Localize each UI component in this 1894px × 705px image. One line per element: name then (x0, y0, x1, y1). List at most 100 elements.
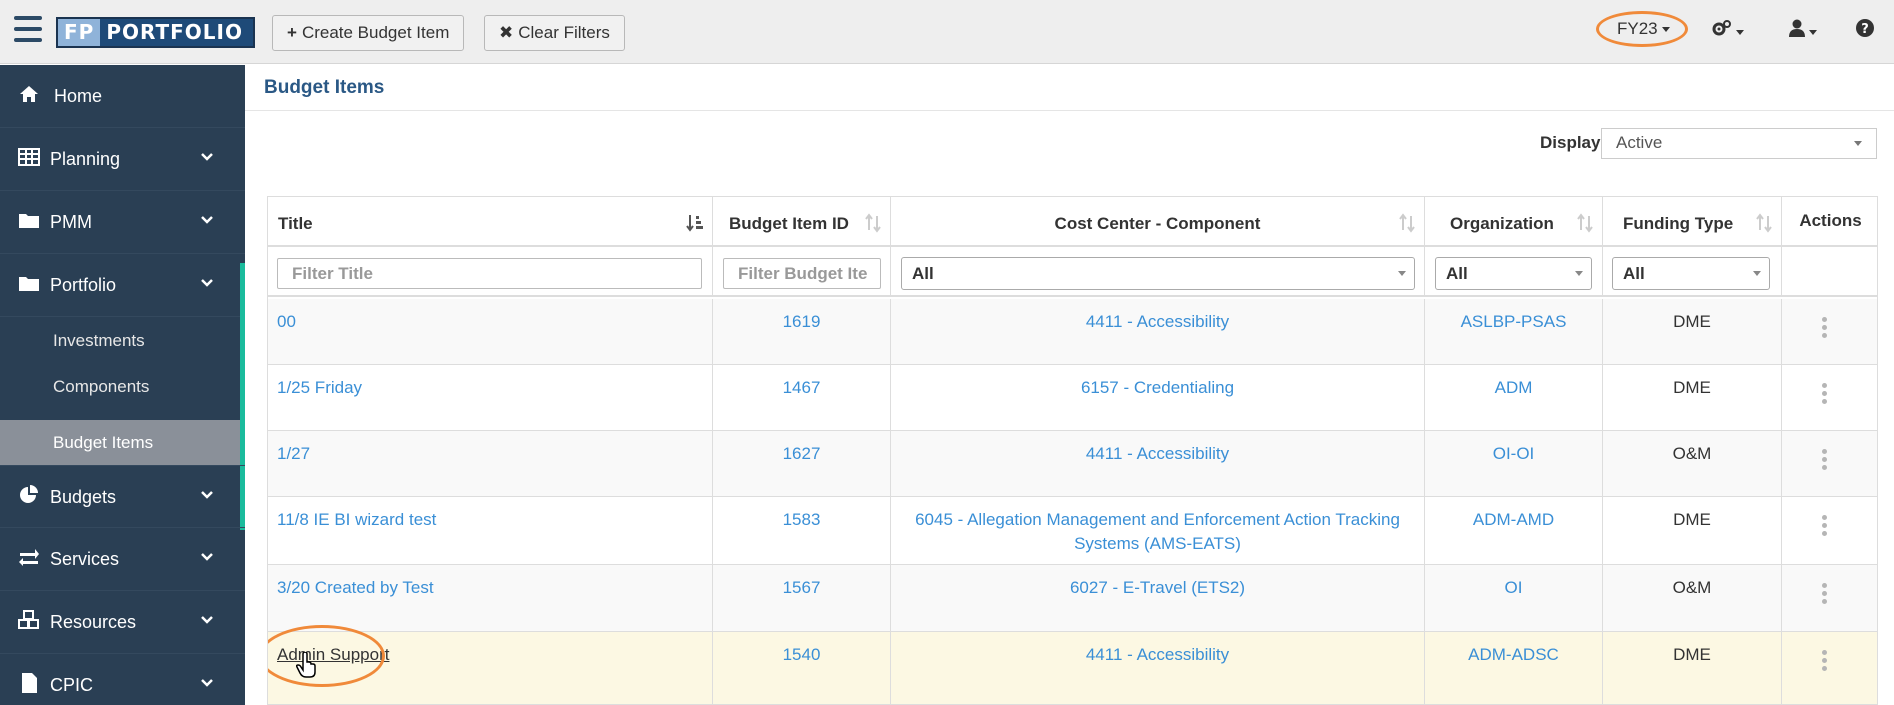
column-header-organization[interactable]: Organization (1425, 197, 1603, 247)
table-row: Admin Support 1540 4411 - Accessibility … (268, 625, 1877, 704)
sidebar-item-planning[interactable]: Planning (0, 128, 245, 191)
sidebar-item-home[interactable]: Home (0, 65, 245, 128)
sort-icon[interactable] (864, 213, 882, 233)
folder-icon (19, 214, 39, 228)
sidebar-item-cpic[interactable]: CPIC (0, 654, 245, 705)
help-button[interactable]: ? (1856, 19, 1874, 42)
row-cost-center-link[interactable]: 6157 - Credentialing (1081, 378, 1234, 397)
row-organization-link[interactable]: OI-OI (1493, 444, 1535, 463)
row-organization-link[interactable]: ASLBP-PSAS (1461, 312, 1567, 331)
clear-filters-button[interactable]: ✖ Clear Filters (484, 15, 625, 51)
help-icon: ? (1856, 19, 1874, 37)
row-actions-menu-icon[interactable] (1822, 383, 1828, 405)
row-cost-center-link[interactable]: 4411 - Accessibility (1086, 312, 1229, 331)
create-budget-item-button[interactable]: + Create Budget Item (272, 15, 465, 51)
row-title-link[interactable]: 3/20 Created by Test (277, 576, 434, 600)
row-actions-menu-icon[interactable] (1822, 515, 1828, 537)
folder-icon (19, 277, 39, 291)
row-cost-center-link[interactable]: 6045 - Allegation Management and Enforce… (915, 510, 1400, 553)
row-organization-link[interactable]: ADM-ADSC (1468, 645, 1559, 664)
table-row: 00 1619 4411 - Accessibility ASLBP-PSAS … (268, 299, 1877, 365)
display-label: Display (1540, 133, 1601, 152)
caret-down-icon (1736, 30, 1744, 36)
app-logo[interactable]: FP PORTFOLIO (56, 17, 255, 48)
table-icon (18, 148, 40, 166)
table-row: 3/20 Created by Test 1567 6027 - E-Trave… (268, 565, 1877, 632)
row-funding-type: DME (1603, 497, 1782, 564)
row-title-link[interactable]: 00 (277, 310, 296, 334)
settings-dropdown[interactable] (1712, 19, 1744, 42)
column-header-funding-type[interactable]: Funding Type (1603, 197, 1782, 247)
close-icon: ✖ (499, 23, 514, 42)
row-id-link[interactable]: 1627 (783, 444, 821, 463)
hand-pointer-icon (296, 652, 316, 678)
chevron-down-icon (201, 616, 213, 624)
row-title-link[interactable]: 11/8 IE BI wizard test (277, 508, 436, 532)
row-actions-menu-icon[interactable] (1822, 650, 1828, 672)
row-cost-center-link[interactable]: 4411 - Accessibility (1086, 444, 1229, 463)
pie-chart-icon (20, 485, 38, 503)
sort-icon[interactable] (1755, 213, 1773, 233)
sidebar: Home Planning PMM Portfolio Investments … (0, 65, 245, 705)
chevron-down-icon (201, 279, 213, 287)
column-header-title[interactable]: Title (268, 197, 713, 247)
sidebar-item-budgets[interactable]: Budgets (0, 465, 245, 528)
cubes-icon (18, 610, 39, 629)
sidebar-item-portfolio[interactable]: Portfolio (0, 254, 245, 317)
column-header-cost-center[interactable]: Cost Center - Component (891, 197, 1425, 247)
home-icon (20, 86, 38, 102)
row-cost-center-link[interactable]: 4411 - Accessibility (1086, 645, 1229, 664)
sidebar-item-resources[interactable]: Resources (0, 591, 245, 654)
chevron-down-icon (201, 153, 213, 161)
menu-toggle-icon[interactable] (14, 16, 42, 44)
table-row: 11/8 IE BI wizard test 1583 6045 - Alleg… (268, 497, 1877, 565)
main-content: Budget Items Display Active Title Budget… (245, 65, 1894, 705)
sidebar-subitem-budget-items[interactable]: Budget Items (0, 420, 240, 465)
user-dropdown[interactable] (1789, 19, 1817, 42)
column-header-budget-item-id[interactable]: Budget Item ID (713, 197, 891, 247)
sidebar-item-services[interactable]: Services (0, 528, 245, 591)
filter-title-input[interactable]: Filter Title (277, 258, 702, 289)
user-icon (1789, 19, 1805, 37)
row-organization-link[interactable]: ADM-AMD (1473, 510, 1554, 529)
filter-cost-center-select[interactable]: All (901, 257, 1415, 290)
caret-down-icon (1575, 271, 1583, 276)
top-bar: FP PORTFOLIO + Create Budget Item ✖ Clear F… (0, 0, 1894, 64)
sort-icon[interactable] (1398, 213, 1416, 233)
row-title-link[interactable]: Admin Support (277, 643, 389, 667)
display-select[interactable]: Active (1601, 128, 1877, 159)
row-id-link[interactable]: 1467 (783, 378, 821, 397)
plus-icon: + (287, 23, 297, 42)
sort-ascending-icon[interactable] (686, 213, 704, 233)
sort-icon[interactable] (1576, 213, 1594, 233)
row-title-link[interactable]: 1/25 Friday (277, 376, 362, 400)
filter-funding-type-select[interactable]: All (1612, 257, 1770, 290)
row-id-link[interactable]: 1583 (783, 510, 821, 529)
chevron-down-icon (201, 491, 213, 499)
row-id-link[interactable]: 1540 (783, 645, 821, 664)
sidebar-item-pmm[interactable]: PMM (0, 191, 245, 254)
row-funding-type: DME (1603, 299, 1782, 364)
page-title: Budget Items (264, 77, 385, 98)
row-actions-menu-icon[interactable] (1822, 583, 1828, 605)
row-funding-type: O&M (1603, 565, 1782, 631)
row-actions-menu-icon[interactable] (1822, 449, 1828, 471)
row-id-link[interactable]: 1567 (783, 578, 821, 597)
table-header: Title Budget Item ID Cost Center - Compo… (268, 197, 1877, 247)
row-cost-center-link[interactable]: 6027 - E-Travel (ETS2) (1070, 578, 1245, 597)
caret-down-icon (1753, 271, 1761, 276)
row-title-link[interactable]: 1/27 (277, 442, 310, 466)
cogs-icon (1712, 20, 1731, 36)
exchange-icon (19, 549, 39, 566)
row-organization-link[interactable]: OI (1505, 578, 1523, 597)
row-organization-link[interactable]: ADM (1495, 378, 1533, 397)
chevron-down-icon (201, 216, 213, 224)
row-id-link[interactable]: 1619 (783, 312, 821, 331)
filter-organization-select[interactable]: All (1435, 257, 1592, 290)
row-actions-menu-icon[interactable] (1822, 317, 1828, 339)
fiscal-year-dropdown[interactable]: FY23 (1617, 19, 1670, 39)
row-funding-type: DME (1603, 365, 1782, 430)
sidebar-subitem-investments[interactable]: Investments (0, 318, 240, 364)
filter-budget-item-id-input[interactable]: Filter Budget Ite (723, 258, 881, 289)
sidebar-subitem-components[interactable]: Components (0, 364, 240, 410)
